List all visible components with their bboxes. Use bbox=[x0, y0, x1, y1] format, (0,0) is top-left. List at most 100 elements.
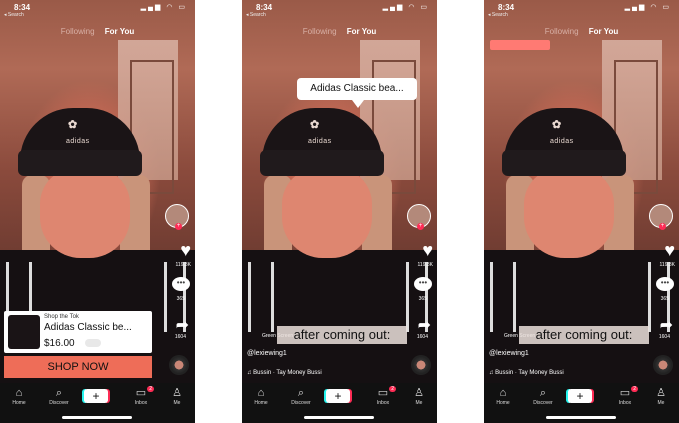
home-indicator bbox=[546, 416, 616, 419]
adidas-logo: ✿ bbox=[68, 119, 78, 131]
phone-screen-1: ✿ adidas 8:34 ◂ Search ▂▄▆ ◠ ▭ Following… bbox=[0, 0, 195, 423]
status-icons: ▂▄▆ ◠ ▭ bbox=[140, 4, 187, 11]
nav-home[interactable]: ⌂ Home bbox=[4, 386, 34, 406]
back-to-search[interactable]: ◂ Search bbox=[488, 12, 508, 18]
jacket-stripes bbox=[490, 262, 516, 332]
music-ticker[interactable]: ♫ Bussin · Tay Money Bussi bbox=[489, 370, 564, 376]
product-thumbnail bbox=[8, 315, 40, 349]
shop-label: Shop the Tok bbox=[44, 314, 79, 320]
product-bubble[interactable]: Adidas Classic bea... bbox=[297, 78, 417, 100]
follow-plus-icon[interactable]: + bbox=[659, 223, 666, 230]
video-caption: after coming out: bbox=[277, 326, 407, 344]
comment-icon[interactable]: ••• bbox=[172, 277, 190, 291]
nav-discover[interactable]: ⌕ Discover bbox=[44, 386, 74, 406]
nav-me[interactable]: ♙ Me bbox=[404, 386, 434, 406]
nav-discover-label: Discover bbox=[291, 400, 311, 406]
status-icons: ▂▄▆ ◠ ▭ bbox=[382, 4, 429, 11]
share-icon[interactable]: ➦ bbox=[660, 315, 673, 335]
create-button[interactable]: + bbox=[568, 389, 592, 403]
shop-now-button[interactable]: SHOP NOW bbox=[4, 356, 152, 378]
status-icons: ▂▄▆ ◠ ▭ bbox=[624, 4, 671, 11]
heart-icon[interactable]: ♥ bbox=[422, 240, 433, 261]
status-bar: 8:34 ◂ Search ▂▄▆ ◠ ▭ bbox=[0, 0, 195, 18]
profile-icon: ♙ bbox=[172, 387, 182, 399]
music-disc-icon[interactable] bbox=[653, 355, 673, 375]
face bbox=[282, 168, 372, 258]
feed-tabs: Following For You bbox=[242, 27, 437, 36]
status-time: 8:34 bbox=[256, 3, 273, 12]
shop-card[interactable]: Shop the Tok Adidas Classic be... $16.00 bbox=[4, 311, 152, 353]
status-time: 8:34 bbox=[14, 3, 31, 12]
tab-for-you[interactable]: For You bbox=[105, 27, 134, 36]
beanie-fold bbox=[18, 150, 142, 176]
beanie-fold bbox=[502, 150, 626, 176]
follow-plus-icon[interactable]: + bbox=[417, 223, 424, 230]
beanie-brand: adidas bbox=[308, 138, 332, 145]
nav-inbox[interactable]: ▭ Inbox 2 bbox=[368, 386, 398, 406]
share-count: 1604 bbox=[658, 334, 670, 340]
bubble-tip bbox=[352, 100, 364, 108]
nav-discover-label: Discover bbox=[533, 400, 553, 406]
nav-home-label: Home bbox=[496, 400, 510, 406]
nav-discover[interactable]: ⌕ Discover bbox=[286, 386, 316, 406]
tab-for-you[interactable]: For You bbox=[347, 27, 376, 36]
search-icon: ⌕ bbox=[539, 387, 547, 399]
nav-me[interactable]: ♙ Me bbox=[646, 386, 676, 406]
profile-icon: ♙ bbox=[414, 387, 424, 399]
nav-inbox[interactable]: ▭ Inbox 2 bbox=[126, 386, 156, 406]
nav-me-label: Me bbox=[415, 400, 423, 406]
nav-inbox[interactable]: ▭ Inbox 2 bbox=[610, 386, 640, 406]
phone-screen-3: ✿ adidas 8:34 ◂ Search ▂▄▆ ◠ ▭ Following… bbox=[484, 0, 679, 423]
nav-home-label: Home bbox=[254, 400, 268, 406]
phone-screen-2: ✿ adidas 8:34 ◂ Search ▂▄▆ ◠ ▭ Following… bbox=[242, 0, 437, 423]
nav-me-label: Me bbox=[657, 400, 665, 406]
comment-icon[interactable]: ••• bbox=[414, 277, 432, 291]
share-count: 1604 bbox=[174, 334, 186, 340]
nav-me[interactable]: ♙ Me bbox=[162, 386, 192, 406]
create-button[interactable]: + bbox=[326, 389, 350, 403]
creator-username[interactable]: @lexiewing1 bbox=[489, 350, 529, 357]
nav-home[interactable]: ⌂ Home bbox=[246, 386, 276, 406]
product-tag-bar[interactable] bbox=[490, 40, 550, 50]
tab-following[interactable]: Following bbox=[303, 27, 337, 36]
comment-count: 365 bbox=[176, 296, 185, 302]
like-count: 119.3K bbox=[175, 262, 191, 268]
search-icon: ⌕ bbox=[297, 387, 305, 399]
product-title: Adidas Classic be... bbox=[44, 322, 132, 333]
heart-icon[interactable]: ♥ bbox=[180, 240, 191, 261]
comment-count: 365 bbox=[660, 296, 669, 302]
share-icon[interactable]: ➦ bbox=[176, 315, 189, 335]
status-bar: 8:34 ◂ Search ▂▄▆ ◠ ▭ bbox=[242, 0, 437, 18]
nav-inbox-label: Inbox bbox=[376, 400, 390, 406]
heart-icon[interactable]: ♥ bbox=[664, 240, 675, 261]
status-time: 8:34 bbox=[498, 3, 515, 12]
inbox-badge: 2 bbox=[389, 386, 396, 392]
share-icon[interactable]: ➦ bbox=[418, 315, 431, 335]
follow-plus-icon[interactable]: + bbox=[175, 223, 182, 230]
nav-home[interactable]: ⌂ Home bbox=[488, 386, 518, 406]
comment-icon[interactable]: ••• bbox=[656, 277, 674, 291]
back-to-search[interactable]: ◂ Search bbox=[246, 12, 266, 18]
creator-username[interactable]: @lexiewing1 bbox=[247, 350, 287, 357]
adidas-logo: ✿ bbox=[310, 119, 320, 131]
nav-discover-label: Discover bbox=[49, 400, 69, 406]
nav-inbox-label: Inbox bbox=[618, 400, 632, 406]
comment-count: 365 bbox=[418, 296, 427, 302]
nav-discover[interactable]: ⌕ Discover bbox=[528, 386, 558, 406]
home-indicator bbox=[304, 416, 374, 419]
tab-following[interactable]: Following bbox=[61, 27, 95, 36]
back-to-search[interactable]: ◂ Search bbox=[4, 12, 24, 18]
inbox-badge: 2 bbox=[147, 386, 154, 392]
face bbox=[524, 168, 614, 258]
music-ticker[interactable]: ♫ Bussin · Tay Money Bussi bbox=[247, 370, 322, 376]
video-caption: after coming out: bbox=[519, 326, 649, 344]
music-disc-icon[interactable] bbox=[411, 355, 431, 375]
tab-following[interactable]: Following bbox=[545, 27, 579, 36]
music-disc-icon[interactable] bbox=[169, 355, 189, 375]
beanie-brand: adidas bbox=[550, 138, 574, 145]
tab-for-you[interactable]: For You bbox=[589, 27, 618, 36]
create-button[interactable]: + bbox=[84, 389, 108, 403]
beanie-brand: adidas bbox=[66, 138, 90, 145]
product-price: $16.00 bbox=[44, 338, 75, 349]
nav-inbox-label: Inbox bbox=[134, 400, 148, 406]
